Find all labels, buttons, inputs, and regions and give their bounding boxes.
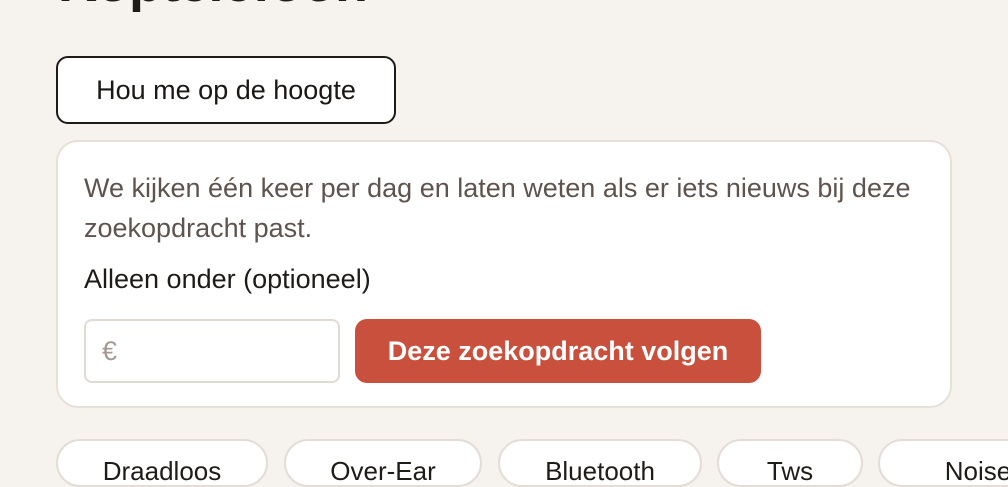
max-price-field[interactable]: € xyxy=(84,319,340,383)
filter-chip[interactable]: Draadloos xyxy=(56,439,268,487)
filter-chip[interactable]: Over-Ear xyxy=(284,439,482,487)
page-title: Koptelefoon xyxy=(58,0,368,10)
euro-icon: € xyxy=(102,335,118,366)
filter-chip[interactable]: Tws xyxy=(717,439,863,487)
follow-search-button[interactable]: Deze zoekopdracht volgen xyxy=(355,319,761,383)
filter-chip[interactable]: Noise xyxy=(878,439,1008,487)
filter-chip-label: Bluetooth xyxy=(545,456,655,486)
filter-chip[interactable]: Bluetooth xyxy=(498,439,702,487)
filter-chip-label: Draadloos xyxy=(102,456,222,486)
filter-chip-label: Noise xyxy=(944,456,1008,486)
filter-chip-label: Over-Ear xyxy=(330,456,436,486)
search-alert-card: We kijken één keer per dag en laten wete… xyxy=(56,140,952,408)
alert-description: We kijken één keer per dag en laten wete… xyxy=(84,173,911,243)
filter-chip-label: Tws xyxy=(766,456,814,486)
max-price-input[interactable] xyxy=(125,336,320,366)
filter-chip-row: Draadloos Over-Ear Bluetooth Tws Noise xyxy=(56,439,1008,487)
max-price-label: Alleen onder (optioneel) xyxy=(84,264,371,294)
keep-me-updated-button[interactable]: Hou me op de hoogte xyxy=(56,56,396,124)
